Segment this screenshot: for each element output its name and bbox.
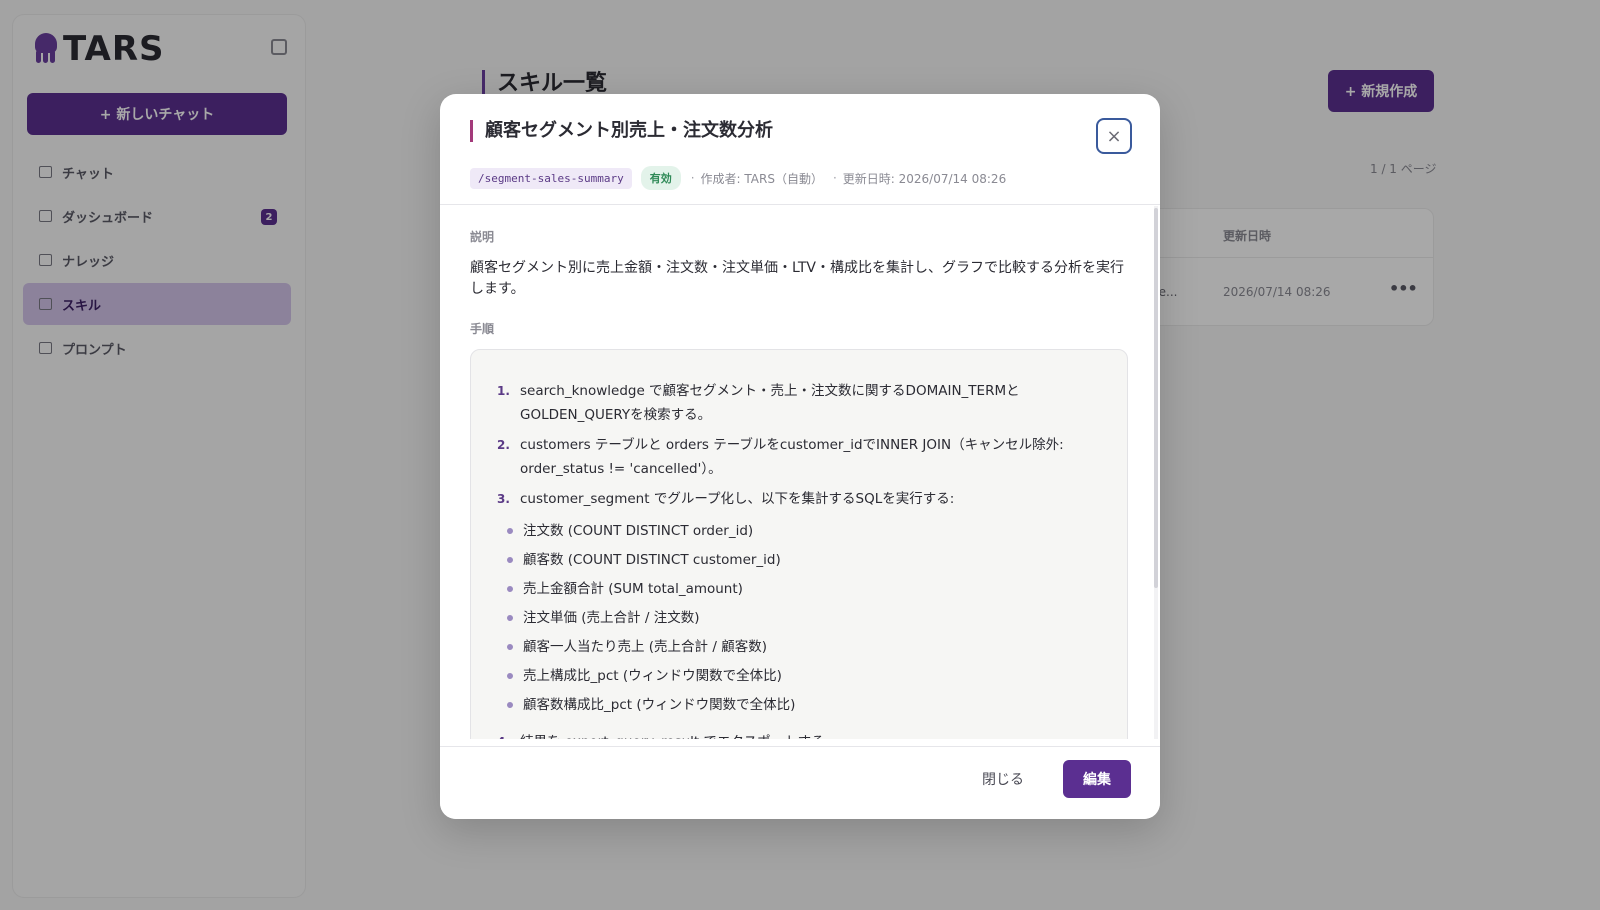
modal-footer: 閉じる 編集 bbox=[440, 746, 1160, 819]
bullet-dot bbox=[507, 528, 513, 534]
meta-separator: · bbox=[832, 171, 837, 185]
edit-button[interactable]: 編集 bbox=[1063, 760, 1131, 798]
bullet-item: 顧客数 (COUNT DISTINCT customer_id) bbox=[507, 550, 781, 570]
bullet-text: 注文数 (COUNT DISTINCT order_id) bbox=[523, 523, 754, 539]
step-text: 結果を export_query_result でエクスポートする。 bbox=[520, 730, 1096, 739]
bullet-dot bbox=[507, 702, 513, 708]
bullet-text: 顧客一人当たり売上 (売上合計 / 顧客数) bbox=[523, 639, 767, 655]
author-text: 作成者: TARS（自動） bbox=[700, 171, 823, 186]
bullet-dot bbox=[507, 673, 513, 679]
modal-header: 顧客セグメント別売上・注文数分析 × /segment-sales-summar… bbox=[440, 94, 1160, 205]
scrollbar-thumb[interactable] bbox=[1154, 208, 1158, 588]
steps-box: 1. search_knowledge で顧客セグメント・売上・注文数に関するD… bbox=[470, 349, 1128, 739]
step-text: customers テーブルと orders テーブルをcustomer_idで… bbox=[520, 437, 1064, 477]
command-tag: /segment-sales-summary bbox=[470, 167, 632, 189]
bullet-text: 売上構成比_pct (ウィンドウ関数で全体比) bbox=[523, 668, 782, 684]
bullet-text: 注文単価 (売上合計 / 注文数) bbox=[523, 610, 700, 626]
bullet-item: 顧客数構成比_pct (ウィンドウ関数で全体比) bbox=[507, 695, 796, 715]
bullet-text: 売上金額合計 (SUM total_amount) bbox=[523, 581, 743, 597]
step-number: 3. bbox=[497, 492, 510, 506]
bullet-dot bbox=[507, 586, 513, 592]
step-number: 1. bbox=[497, 384, 510, 398]
status-badge: 有効 bbox=[640, 166, 681, 190]
step-text: search_knowledge で顧客セグメント・売上・注文数に関するDOMA… bbox=[520, 383, 1020, 423]
bullet-item: 売上構成比_pct (ウィンドウ関数で全体比) bbox=[507, 666, 782, 686]
step-number: 4. bbox=[497, 730, 517, 739]
bullet-dot bbox=[507, 615, 513, 621]
description-text: 顧客セグメント別に売上金額・注文数・注文単価・LTV・構成比を集計し、グラフで比… bbox=[470, 260, 1124, 297]
bullet-item: 注文単価 (売上合計 / 注文数) bbox=[507, 608, 700, 628]
bullet-dot bbox=[507, 644, 513, 650]
description-label: 説明 bbox=[470, 230, 495, 244]
bullet-text: 顧客数構成比_pct (ウィンドウ関数で全体比) bbox=[523, 697, 796, 713]
bullet-item: 売上金額合計 (SUM total_amount) bbox=[507, 579, 743, 599]
steps-label: 手順 bbox=[470, 322, 495, 336]
bullet-dot bbox=[507, 557, 513, 563]
bullet-item: 顧客一人当たり売上 (売上合計 / 顧客数) bbox=[507, 637, 767, 657]
updated-text: 更新日時: 2026/07/14 08:26 bbox=[842, 171, 1007, 186]
close-button[interactable]: 閉じる bbox=[982, 769, 1024, 789]
modal-body[interactable]: 説明 顧客セグメント別に売上金額・注文数・注文単価・LTV・構成比を集計し、グラ… bbox=[440, 206, 1160, 739]
skill-meta: /segment-sales-summary 有効 · 作成者: TARS（自動… bbox=[470, 166, 1006, 190]
meta-separator: · bbox=[690, 171, 695, 185]
bullet-item: 注文数 (COUNT DISTINCT order_id) bbox=[507, 521, 754, 541]
step-text: customer_segment でグループ化し、以下を集計するSQLを実行する… bbox=[520, 491, 955, 507]
close-icon[interactable]: × bbox=[1096, 118, 1132, 154]
step-number: 2. bbox=[497, 438, 510, 452]
skill-detail-modal: 顧客セグメント別売上・注文数分析 × /segment-sales-summar… bbox=[440, 94, 1160, 819]
modal-title: 顧客セグメント別売上・注文数分析 bbox=[470, 120, 773, 142]
bullet-text: 顧客数 (COUNT DISTINCT customer_id) bbox=[523, 552, 781, 568]
